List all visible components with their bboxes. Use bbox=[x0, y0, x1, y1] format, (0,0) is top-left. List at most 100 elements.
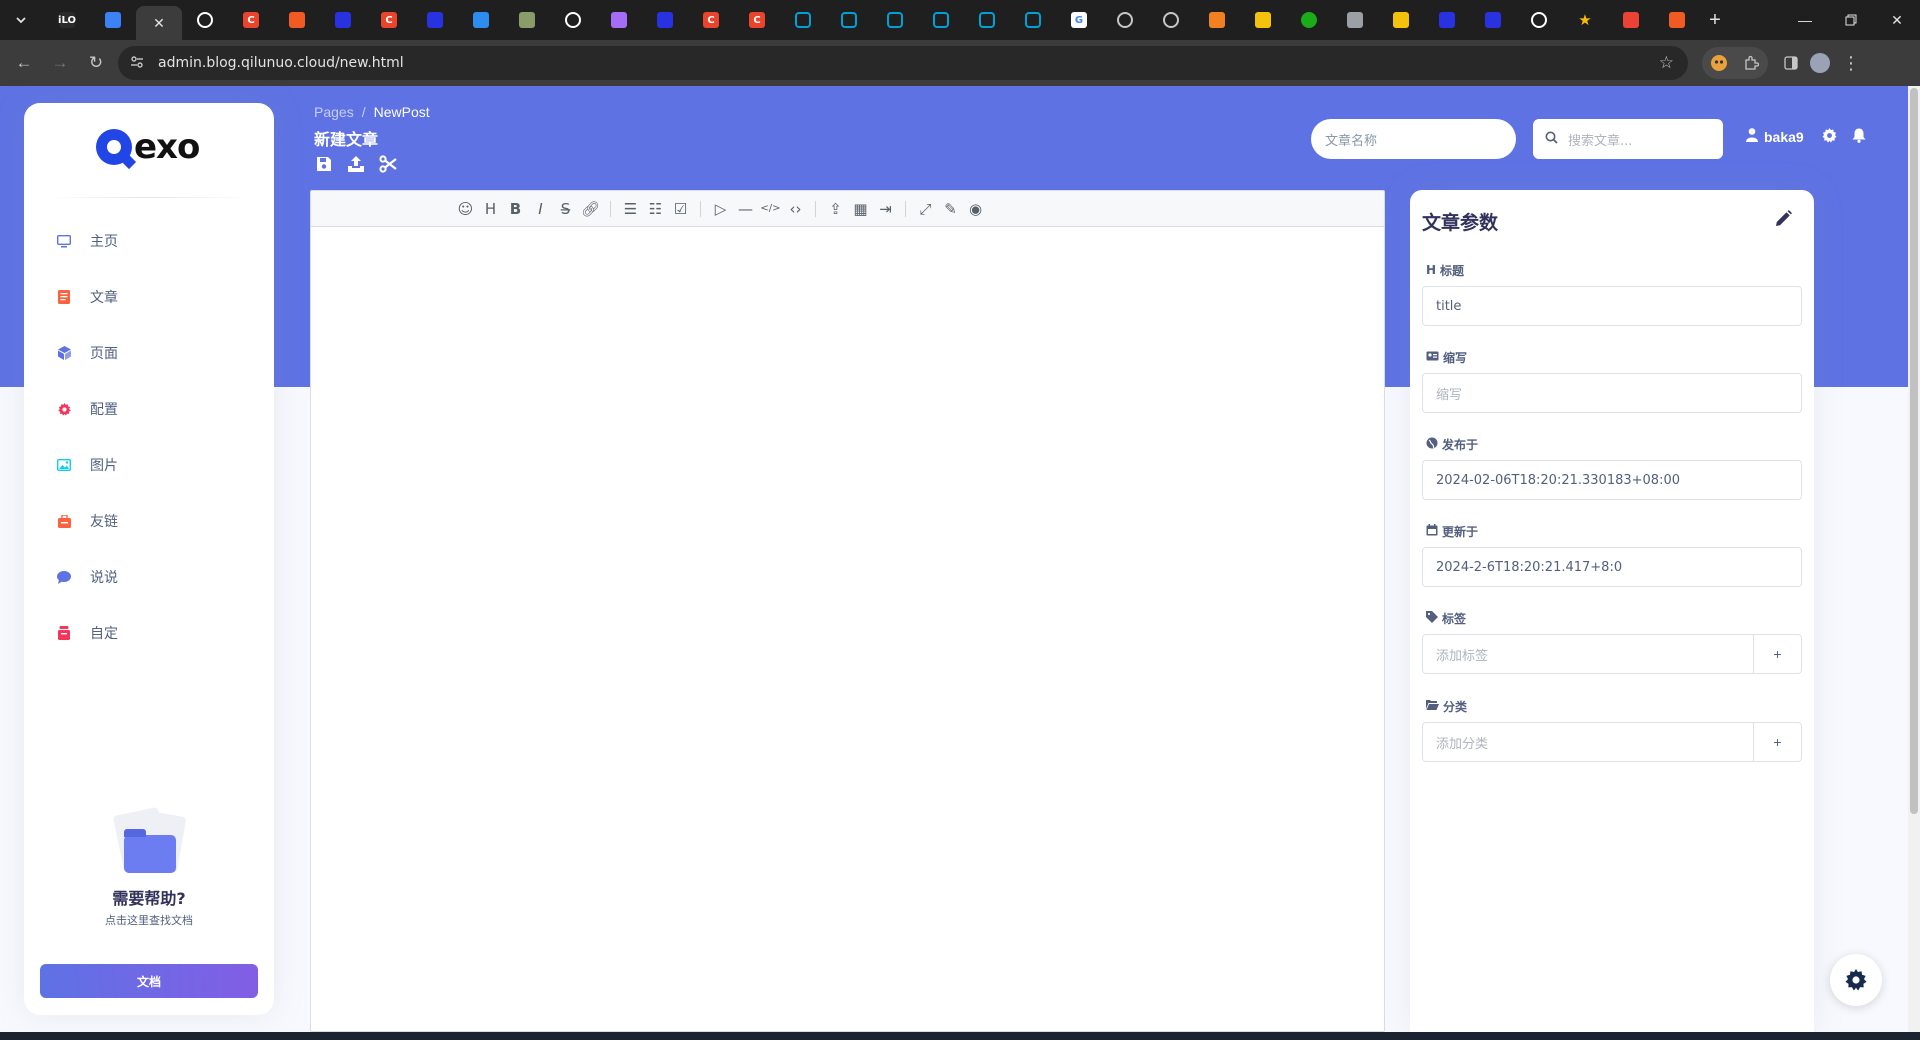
sidebar-item[interactable]: 配置 bbox=[24, 381, 274, 437]
breadcrumb-pages[interactable]: Pages bbox=[314, 104, 354, 120]
scissors-icon[interactable] bbox=[378, 154, 398, 174]
tags-input[interactable]: 添加标签 bbox=[1423, 635, 1753, 673]
pencil-edit-icon[interactable] bbox=[1775, 210, 1792, 232]
upload-icon[interactable]: ⇪ bbox=[823, 197, 848, 221]
browser-tab[interactable] bbox=[1332, 4, 1378, 36]
new-tab-button[interactable]: + bbox=[1700, 5, 1730, 35]
reload-icon[interactable]: ↻ bbox=[80, 47, 112, 79]
bold-icon[interactable]: B bbox=[503, 197, 528, 221]
browser-tab[interactable] bbox=[872, 4, 918, 36]
browser-tab[interactable] bbox=[1608, 4, 1654, 36]
browser-tab[interactable]: G bbox=[1056, 4, 1102, 36]
emoji-icon[interactable]: ☺ bbox=[453, 197, 478, 221]
sidebar-item[interactable]: 文章 bbox=[24, 269, 274, 325]
browser-tab[interactable] bbox=[1654, 4, 1700, 36]
updated-input[interactable]: 2024-2-6T18:20:21.417+8:0 bbox=[1422, 547, 1802, 587]
browser-tab[interactable] bbox=[1194, 4, 1240, 36]
table-icon[interactable]: ▦ bbox=[848, 197, 873, 221]
help-card[interactable]: 需要帮助? 点击这里查找文档 bbox=[24, 806, 274, 928]
browser-tab[interactable] bbox=[1102, 4, 1148, 36]
forward-icon[interactable]: → bbox=[44, 47, 76, 79]
editor-content[interactable] bbox=[311, 227, 1384, 1031]
bookmark-star-icon[interactable]: ☆ bbox=[1659, 53, 1674, 73]
browser-tab[interactable] bbox=[90, 4, 136, 36]
puzzle-extensions-icon[interactable] bbox=[1740, 52, 1762, 74]
tab-search-dropdown-icon[interactable] bbox=[6, 5, 36, 35]
preview-icon[interactable]: ◉ bbox=[963, 197, 988, 221]
browser-tab[interactable]: iLO bbox=[44, 4, 90, 36]
browser-tab[interactable]: C bbox=[734, 4, 780, 36]
browser-tab[interactable] bbox=[642, 4, 688, 36]
fullscreen-icon[interactable]: ⤢ bbox=[913, 197, 938, 221]
browser-tab[interactable] bbox=[412, 4, 458, 36]
floating-settings-button[interactable] bbox=[1830, 954, 1882, 1006]
browser-tab[interactable] bbox=[1240, 4, 1286, 36]
address-bar[interactable]: admin.blog.qilunuo.cloud/new.html ☆ bbox=[118, 46, 1688, 80]
browser-tab[interactable] bbox=[1516, 4, 1562, 36]
browser-menu-icon[interactable]: ⋮ bbox=[1842, 53, 1860, 74]
close-window-icon[interactable]: ✕ bbox=[1874, 0, 1920, 40]
minimize-icon[interactable]: — bbox=[1782, 0, 1828, 40]
browser-tab[interactable]: C bbox=[366, 4, 412, 36]
horizontal-rule-icon[interactable]: — bbox=[733, 197, 758, 221]
category-input[interactable]: 添加分类 bbox=[1423, 723, 1753, 761]
insert-after-icon[interactable]: ⇥ bbox=[873, 197, 898, 221]
unordered-list-icon[interactable]: ☰ bbox=[618, 197, 643, 221]
link-icon[interactable]: 🔗︎ bbox=[578, 197, 603, 221]
browser-tab[interactable] bbox=[780, 4, 826, 36]
sidebar-item[interactable]: 自定 bbox=[24, 605, 274, 661]
back-icon[interactable]: ← bbox=[8, 47, 40, 79]
browser-tab[interactable] bbox=[274, 4, 320, 36]
heading-icon[interactable]: H bbox=[478, 197, 503, 221]
search-input[interactable]: 搜索文章... bbox=[1533, 119, 1723, 159]
sidebar-item[interactable]: 友链 bbox=[24, 493, 274, 549]
side-panel-icon[interactable] bbox=[1780, 52, 1802, 74]
quote-icon[interactable]: ▷ bbox=[708, 197, 733, 221]
post-name-input[interactable]: 文章名称 bbox=[1311, 119, 1516, 159]
user-menu[interactable]: baka9 bbox=[1746, 128, 1804, 145]
ordered-list-icon[interactable]: ☷ bbox=[643, 197, 668, 221]
sidebar-item[interactable]: 图片 bbox=[24, 437, 274, 493]
italic-icon[interactable]: I bbox=[528, 197, 553, 221]
qexo-logo[interactable]: exo bbox=[96, 127, 200, 167]
browser-tab[interactable] bbox=[458, 4, 504, 36]
add-tag-button[interactable]: + bbox=[1753, 635, 1801, 673]
upload-icon[interactable] bbox=[346, 154, 366, 174]
browser-tab[interactable] bbox=[1286, 4, 1332, 36]
sidebar-item[interactable]: 页面 bbox=[24, 325, 274, 381]
browser-tab[interactable] bbox=[320, 4, 366, 36]
browser-tab[interactable] bbox=[1148, 4, 1194, 36]
browser-tab[interactable] bbox=[596, 4, 642, 36]
code-block-icon[interactable]: ‹› bbox=[783, 197, 808, 221]
add-category-button[interactable]: + bbox=[1753, 723, 1801, 761]
url-text[interactable]: admin.blog.qilunuo.cloud/new.html bbox=[158, 55, 404, 71]
settings-gear-icon[interactable] bbox=[1822, 128, 1837, 148]
browser-tab[interactable]: C bbox=[688, 4, 734, 36]
browser-tab[interactable] bbox=[918, 4, 964, 36]
edit-mode-icon[interactable]: ✎ bbox=[938, 197, 963, 221]
extension-icon[interactable] bbox=[1708, 52, 1730, 74]
strikethrough-icon[interactable]: S̶ bbox=[553, 197, 578, 221]
browser-tab[interactable] bbox=[1378, 4, 1424, 36]
browser-tab[interactable] bbox=[1470, 4, 1516, 36]
notification-bell-icon[interactable] bbox=[1852, 128, 1866, 148]
site-info-icon[interactable] bbox=[130, 55, 150, 72]
page-scrollbar-thumb[interactable] bbox=[1910, 88, 1918, 814]
browser-tab[interactable] bbox=[826, 4, 872, 36]
inline-code-icon[interactable]: </> bbox=[758, 197, 783, 221]
restore-icon[interactable] bbox=[1828, 0, 1874, 40]
title-input[interactable]: title bbox=[1422, 286, 1802, 326]
browser-tab[interactable] bbox=[550, 4, 596, 36]
browser-tab[interactable] bbox=[182, 4, 228, 36]
browser-tab[interactable]: ✕ bbox=[136, 6, 182, 40]
browser-tab[interactable] bbox=[1010, 4, 1056, 36]
abbr-input[interactable]: 缩写 bbox=[1422, 373, 1802, 413]
sidebar-item[interactable]: 说说 bbox=[24, 549, 274, 605]
browser-tab[interactable] bbox=[964, 4, 1010, 36]
browser-tab[interactable]: C bbox=[228, 4, 274, 36]
browser-tab[interactable]: ★ bbox=[1562, 4, 1608, 36]
save-icon[interactable] bbox=[314, 154, 334, 174]
checklist-icon[interactable]: ☑ bbox=[668, 197, 693, 221]
browser-tab[interactable] bbox=[504, 4, 550, 36]
profile-avatar-icon[interactable] bbox=[1810, 53, 1830, 73]
